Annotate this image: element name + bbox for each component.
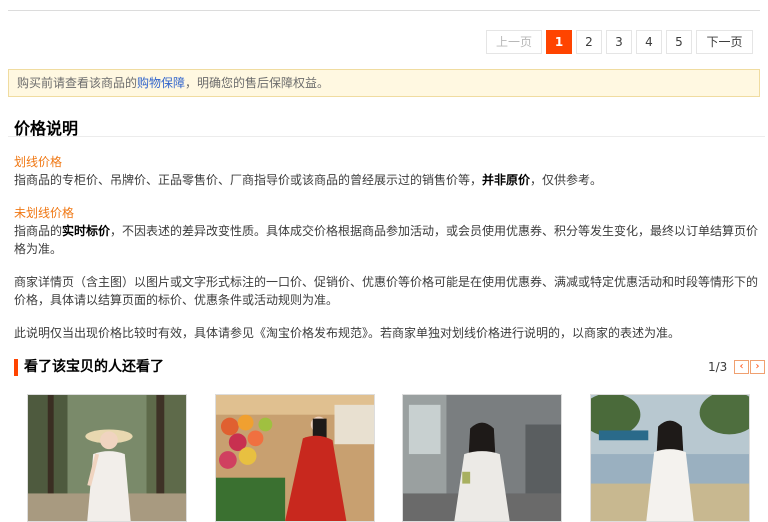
pagination-page-1[interactable]: 1 (546, 30, 572, 54)
recommend-header: 看了该宝贝的人还看了 1/3 ‹ › (14, 358, 766, 378)
pagination-next-button[interactable]: 下一页 (696, 30, 753, 54)
pagination-page-3[interactable]: 3 (606, 30, 632, 54)
notice-suffix: ，明确您的售后保障权益。 (185, 76, 330, 90)
shopping-guarantee-link[interactable]: 购物保障 (137, 76, 185, 90)
notice-prefix: 购买前请查看该商品的 (17, 76, 138, 90)
recommend-item-3-image[interactable] (402, 394, 562, 522)
uncrossed-price-block: 未划线价格 指商品的实时标价，不因表述的差异改变性质。具体成交价格根据商品参加活… (14, 204, 762, 258)
recommend-item-1-image[interactable] (27, 394, 187, 522)
pagination-page-2[interactable]: 2 (576, 30, 602, 54)
detail-price-note: 商家详情页（含主图）以图片或文字形式标注的一口价、促销价、优惠价等价格可能是在使… (14, 275, 759, 307)
uncrossed-price-text: 指商品的实时标价，不因表述的差异改变性质。具体成交价格根据商品参加活动，或会员使… (14, 224, 759, 256)
recommend-item-2-image[interactable] (215, 394, 375, 522)
pagination: 上一页 1 2 3 4 5 下一页 (486, 30, 753, 54)
purchase-notice: 购买前请查看该商品的购物保障，明确您的售后保障权益。 (8, 69, 760, 97)
uncrossed-price-heading: 未划线价格 (14, 206, 75, 220)
recommend-page-indicator: 1/3 (708, 360, 728, 374)
top-divider (8, 10, 760, 11)
pagination-page-5[interactable]: 5 (666, 30, 692, 54)
crossed-price-heading: 划线价格 (14, 155, 63, 169)
crossed-price-block: 划线价格 指商品的专柜价、吊牌价、正品零售价、厂商指导价或该商品的曾经展示过的销… (14, 153, 762, 189)
crossed-price-text: 指商品的专柜价、吊牌价、正品零售价、厂商指导价或该商品的曾经展示过的销售价等，并… (14, 173, 603, 187)
recommend-title: 看了该宝贝的人还看了 (24, 359, 164, 375)
recommend-item-4-image[interactable] (590, 394, 750, 522)
recommend-accent-bar (14, 359, 18, 376)
validity-note: 此说明仅当出现价格比较时有效，具体请参见《淘宝价格发布规范》。若商家单独对划线价… (14, 326, 681, 340)
chevron-left-icon[interactable]: ‹ (734, 360, 749, 374)
uncrossed-price-bold: 实时标价 (62, 224, 111, 238)
pagination-page-4[interactable]: 4 (636, 30, 662, 54)
crossed-price-bold: 并非原价 (482, 173, 531, 187)
pagination-prev-button[interactable]: 上一页 (486, 30, 542, 54)
section-divider (8, 136, 765, 137)
chevron-right-icon[interactable]: › (750, 360, 765, 374)
